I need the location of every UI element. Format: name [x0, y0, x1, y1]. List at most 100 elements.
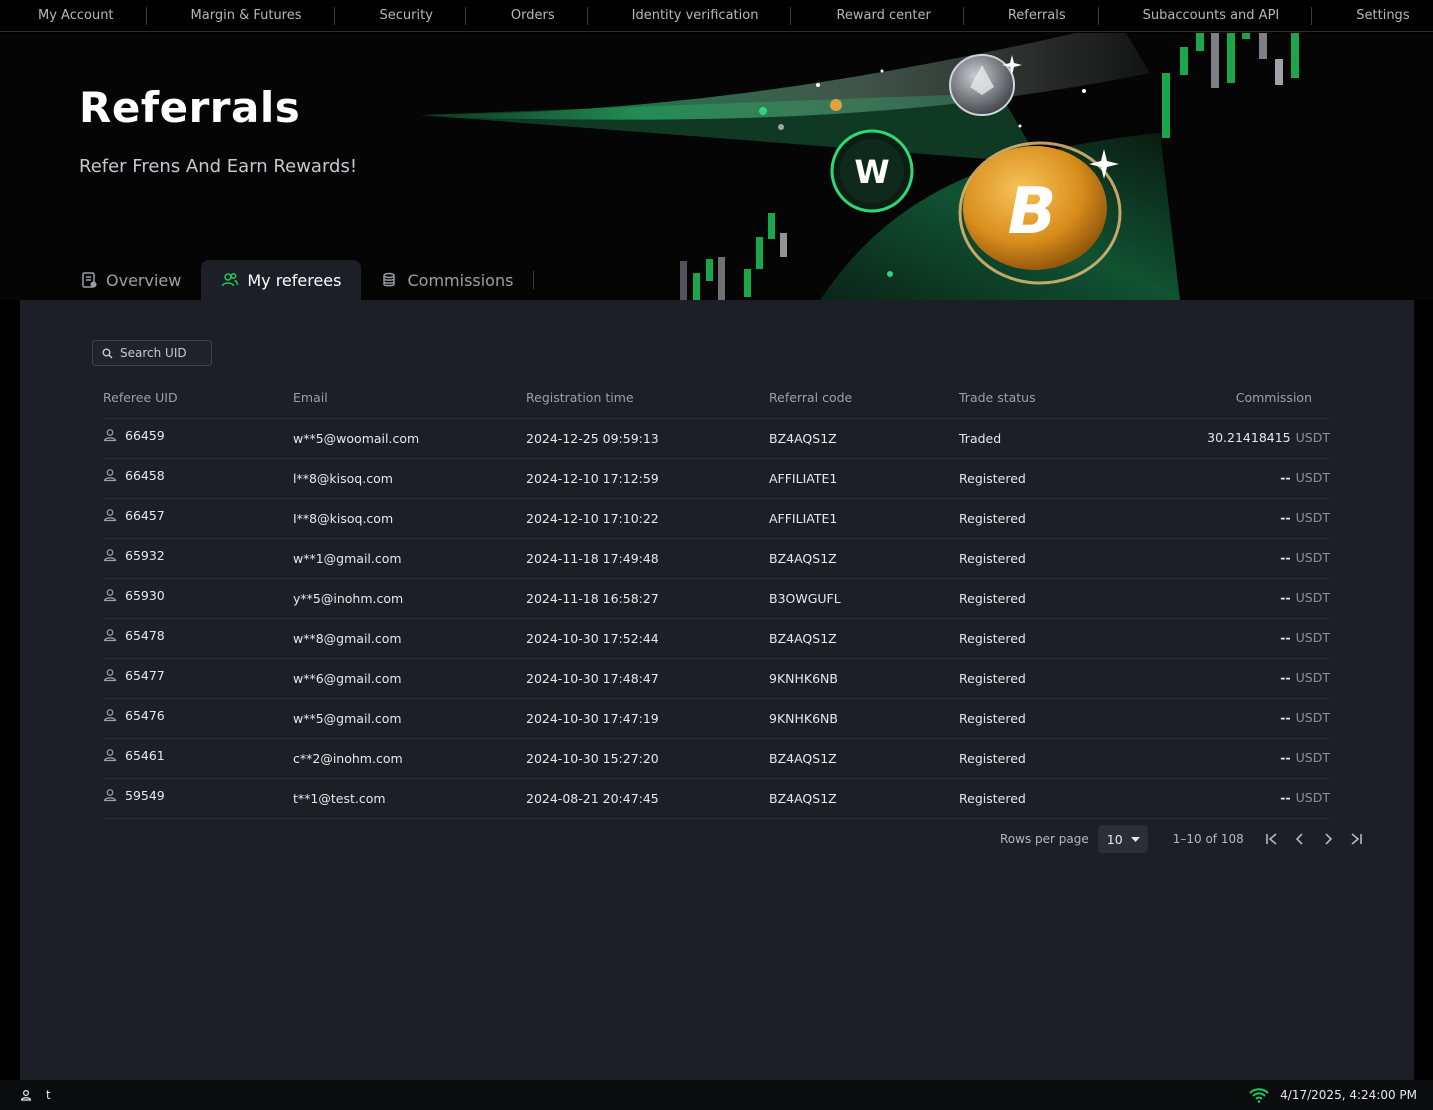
cell-trade-status: Registered: [959, 778, 1129, 819]
column-header-referral-code[interactable]: Referral code: [769, 378, 959, 419]
status-left-text: t: [46, 1088, 51, 1102]
commission-unit: USDT: [1295, 629, 1330, 645]
table-row[interactable]: 59549 t**1@test.com 2024-08-21 20:47:45 BZ4…: [103, 778, 1330, 819]
cell-email: c**2@inohm.com: [293, 738, 526, 779]
nav-my-account[interactable]: My Account: [0, 0, 146, 31]
table-row[interactable]: 65930 y**5@inohm.com 2024-11-18 16:58:27 B3…: [103, 578, 1330, 619]
cell-uid: 65478: [103, 618, 293, 659]
first-page-button[interactable]: [1258, 825, 1286, 853]
cell-trade-status: Registered: [959, 458, 1129, 499]
user-icon: [103, 749, 117, 762]
next-page-button[interactable]: [1314, 825, 1342, 853]
tab-label: Overview: [106, 270, 182, 290]
cell-commission: -- USDT: [1129, 778, 1330, 819]
table-row[interactable]: 66459 w**5@woomail.com 2024-12-25 09:59:13…: [103, 418, 1330, 459]
rows-per-page-select[interactable]: 10: [1097, 825, 1148, 853]
tab-label: Commissions: [407, 270, 514, 290]
caret-down-icon: [1130, 836, 1140, 842]
cell-referral-code: BZ4AQS1Z: [769, 738, 959, 779]
cell-registration-time: 2024-11-18 16:58:27: [526, 578, 769, 619]
table-row[interactable]: 66457 I**8@kisoq.com 2024-12-10 17:10:22 AF…: [103, 498, 1330, 539]
tab-overview[interactable]: Overview: [60, 260, 201, 300]
referee-uid: 66458: [125, 467, 165, 483]
commission-amount: --: [1280, 589, 1291, 605]
system-status-bar: t 4/17/2025, 4:24:00 PM: [0, 1080, 1433, 1110]
commission-amount: --: [1280, 509, 1291, 525]
table-row[interactable]: 65477 w**6@gmail.com 2024-10-30 17:48:47 9K…: [103, 658, 1330, 699]
user-icon: [103, 709, 117, 722]
cell-trade-status: Registered: [959, 498, 1129, 539]
user-icon: [103, 549, 117, 562]
tab-my-referees[interactable]: My referees: [201, 260, 362, 300]
commission-unit: USDT: [1295, 709, 1330, 725]
nav-settings[interactable]: Settings: [1312, 0, 1433, 31]
commission-amount: --: [1280, 629, 1291, 645]
cell-uid: 66459: [103, 418, 293, 459]
user-icon[interactable]: [20, 1089, 32, 1101]
referee-uid: 66457: [125, 507, 165, 523]
svg-text:B: B: [1008, 175, 1057, 249]
cell-email: t**1@test.com: [293, 778, 526, 819]
commission-unit: USDT: [1295, 749, 1330, 765]
column-header-commission[interactable]: Commission: [1129, 378, 1330, 419]
cell-commission: 30.21418415 USDT: [1129, 418, 1330, 459]
table-row[interactable]: 65478 w**8@gmail.com 2024-10-30 17:52:44 BZ…: [103, 618, 1330, 659]
wifi-icon[interactable]: [1248, 1087, 1270, 1103]
nav-margin-futures[interactable]: Margin & Futures: [147, 0, 334, 31]
cell-referral-code: BZ4AQS1Z: [769, 778, 959, 819]
cell-trade-status: Registered: [959, 618, 1129, 659]
pagination: Rows per page 10 1–10 of 108: [1000, 824, 1370, 854]
table-row[interactable]: 65476 w**5@gmail.com 2024-10-30 17:47:19 9K…: [103, 698, 1330, 739]
cell-registration-time: 2024-12-25 09:59:13: [526, 418, 769, 459]
nav-reward-center[interactable]: Reward center: [791, 0, 962, 31]
user-icon: [103, 469, 117, 482]
commission-unit: USDT: [1295, 669, 1330, 685]
referee-uid: 65930: [125, 587, 165, 603]
commission-amount: --: [1280, 709, 1291, 725]
coins-stack-icon: [383, 272, 396, 287]
commission-unit: USDT: [1295, 509, 1330, 525]
cell-uid: 65461: [103, 738, 293, 779]
tab-label: My referees: [247, 270, 342, 290]
referee-uid: 65932: [125, 547, 165, 563]
column-header-email[interactable]: Email: [293, 378, 526, 419]
cell-uid: 65476: [103, 698, 293, 739]
last-page-button[interactable]: [1342, 825, 1370, 853]
referee-uid: 59549: [125, 787, 165, 803]
cell-trade-status: Registered: [959, 578, 1129, 619]
nav-referrals[interactable]: Referrals: [964, 0, 1098, 31]
first-page-icon: [1265, 833, 1277, 845]
pagination-range: 1–10 of 108: [1172, 832, 1244, 846]
previous-page-button[interactable]: [1286, 825, 1314, 853]
table-row[interactable]: 65932 w**1@gmail.com 2024-11-18 17:49:48 BZ…: [103, 538, 1330, 579]
column-header-registration-time[interactable]: Registration time: [526, 378, 769, 419]
cell-email: I**8@kisoq.com: [293, 498, 526, 539]
table-row[interactable]: 65461 c**2@inohm.com 2024-10-30 15:27:20 BZ…: [103, 738, 1330, 779]
referee-uid: 65477: [125, 667, 165, 683]
nav-orders[interactable]: Orders: [466, 0, 587, 31]
column-header-trade-status[interactable]: Trade status: [959, 378, 1129, 419]
column-header-uid[interactable]: Referee UID: [103, 378, 293, 419]
cell-email: w**8@gmail.com: [293, 618, 526, 659]
nav-subaccounts-api[interactable]: Subaccounts and API: [1099, 0, 1312, 31]
document-icon: [82, 272, 97, 288]
cell-uid: 59549: [103, 778, 293, 819]
cell-registration-time: 2024-08-21 20:47:45: [526, 778, 769, 819]
table-row[interactable]: 66458 l**8@kisoq.com 2024-12-10 17:12:59 AF…: [103, 458, 1330, 499]
search-uid-input[interactable]: [120, 346, 205, 360]
chevron-right-icon: [1325, 833, 1332, 845]
top-navigation: My Account Margin & Futures Security Ord…: [0, 0, 1433, 32]
cell-trade-status: Registered: [959, 738, 1129, 779]
cell-uid: 65477: [103, 658, 293, 699]
nav-identity-verification[interactable]: Identity verification: [588, 0, 791, 31]
commission-unit: USDT: [1295, 789, 1330, 805]
cell-email: y**5@inohm.com: [293, 578, 526, 619]
cell-referral-code: BZ4AQS1Z: [769, 538, 959, 579]
search-box[interactable]: [92, 340, 212, 366]
tab-commissions[interactable]: Commissions: [361, 260, 533, 300]
user-icon: [103, 429, 117, 442]
cell-uid: 66458: [103, 458, 293, 499]
cell-referral-code: 9KNHK6NB: [769, 658, 959, 699]
commission-unit: USDT: [1295, 549, 1330, 565]
nav-security[interactable]: Security: [335, 0, 465, 31]
